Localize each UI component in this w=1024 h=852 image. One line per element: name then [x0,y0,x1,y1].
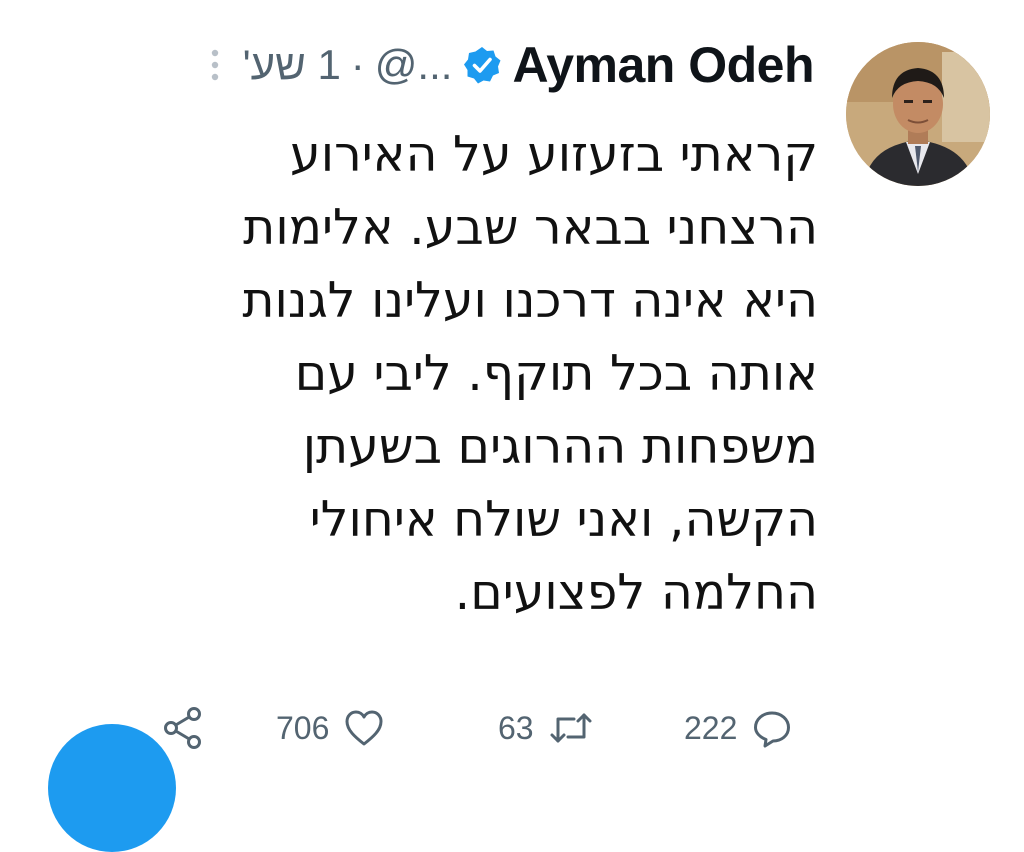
tweet-text-line: היא אינה דרכנו ועלינו לגנות [242,272,818,329]
verified-badge-icon [462,45,502,85]
retweet-button[interactable]: 63 [498,700,594,756]
tweet-text-line: קראתי בזעזוע על האירוע [290,126,818,183]
compose-tweet-button[interactable] [48,724,176,852]
like-button[interactable]: 706 [276,700,385,756]
tweet-timestamp[interactable]: 1 שע' [243,41,341,89]
meta-separator: · [350,41,365,88]
more-options-icon[interactable] [205,45,225,85]
tweet-header: Ayman Odeh @... · 1 שע' [205,30,814,100]
avatar-photo [846,42,990,186]
tweet: Ayman Odeh @... · 1 שע' קראתי בזעזוע על … [0,0,1024,852]
tweet-text: קראתי בזעזוע על האירוע הרצחני בבאר שבע. … [98,118,818,629]
retweet-icon [548,707,594,749]
avatar[interactable] [846,42,990,186]
like-count: 706 [276,709,330,746]
share-button[interactable] [160,700,206,756]
tweet-text-line: הקשה, ואני שולח איחולי [309,491,818,548]
reply-count: 222 [684,709,738,746]
author-handle[interactable]: @... [375,41,453,89]
tweet-text-line: משפחות ההרוגים בשעתן [302,418,818,475]
tweet-text-line: החלמה לפצועים. [454,564,818,621]
author-name[interactable]: Ayman Odeh [512,36,814,94]
tweet-text-line: אותה בכל תוקף. ליבי עם [294,345,818,402]
reply-icon [751,707,793,749]
like-icon [343,707,385,749]
reply-button[interactable]: 222 [684,700,793,756]
retweet-count: 63 [498,709,534,746]
tweet-text-line: הרצחני בבאר שבע. אלימות [243,199,818,256]
share-icon [160,705,206,751]
